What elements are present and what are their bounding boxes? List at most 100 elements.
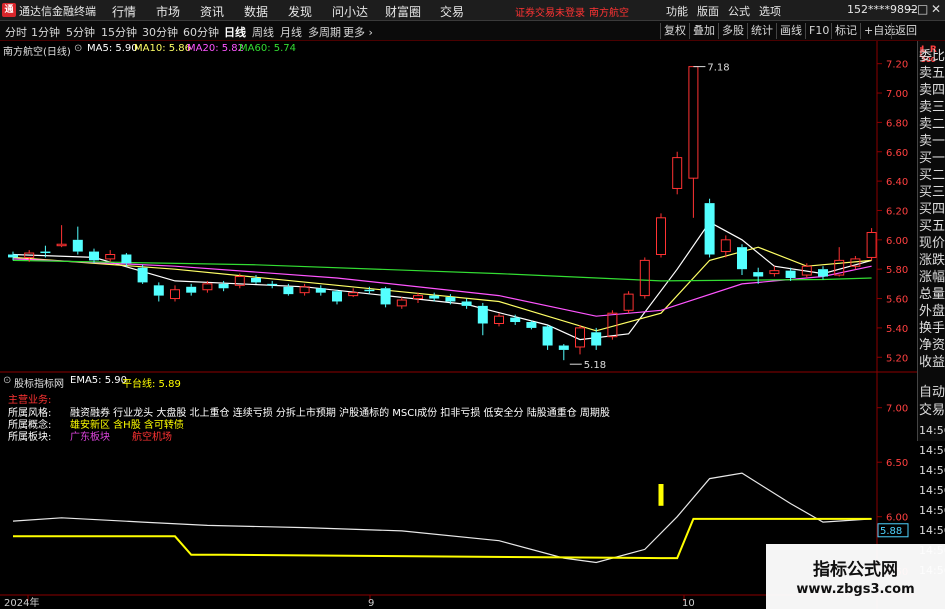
tool-f10[interactable]: F10 [805,23,832,39]
menu-bar: 通 通达信金融终端 行情 市场 资讯 数据 发现 问小达 财富圈 交易 证券交易… [0,0,945,21]
price-label: 5.20 [886,353,908,364]
candle-body [429,295,440,299]
platform-line [13,517,872,560]
quote-item[interactable]: 卖二 [919,116,945,133]
info-sector-label: 所属板块: [8,432,52,443]
tool-mark[interactable]: 标记 [831,23,860,39]
candle-up [494,313,504,327]
period-30min[interactable]: 30分钟 [142,24,178,40]
quote-item[interactable]: 买一 [919,150,945,167]
quote-item[interactable]: 外盘 [919,303,945,320]
indicator-name: 股标指标网 [14,379,64,390]
price-label: 5.40 [886,324,908,335]
quote-item[interactable]: 买二 [919,167,945,184]
quote-item[interactable]: 卖四 [919,82,945,99]
trade-time: 14:56 [919,504,945,517]
candle-body [510,317,521,323]
quote-item[interactable]: 买三 [919,184,945,201]
quote-item[interactable]: 卖五 [919,65,945,82]
candle-body [153,285,164,296]
kline-chart[interactable]: 7.20 7.00 6.80 6.60 6.40 6.20 6.00 5.80 5.60 5.40… [0,41,917,609]
candle-down [818,266,828,280]
menu-wealth[interactable]: 财富圈 [385,3,421,20]
platform-legend: 平台线: 5.89 [122,379,181,390]
login-status[interactable]: 证券交易未登录 [515,4,585,19]
period-5min[interactable]: 5分钟 [66,24,95,40]
candle-up [656,213,666,258]
site-watermark: 指标公式网 www.zbgs3.com [766,544,945,609]
date-label-year: 2024年 [4,596,39,609]
quote-item[interactable]: 涨跌 [919,252,945,269]
menu-options[interactable]: 选项 [759,3,781,19]
candle-body [866,231,877,258]
maximize-button[interactable]: □ [917,2,928,16]
candle-down [380,286,391,308]
period-multi[interactable]: 多周期 [308,24,341,40]
candle-body [332,291,342,302]
period-60min[interactable]: 60分钟 [183,24,219,40]
quote-item[interactable]: 涨幅 [919,269,945,286]
tool-multi-stock[interactable]: 多股 [718,23,747,39]
date-label-sep: 9 [368,598,374,609]
period-monthly[interactable]: 月线 [280,24,302,40]
ema5-legend: EMA5: 5.90 [70,375,127,386]
quote-item[interactable]: 卖三 [919,99,945,116]
indicator-settings-icon[interactable]: ⊙ [74,43,82,54]
indicator-collapse-icon[interactable]: ⊙ [3,375,11,386]
tool-stats[interactable]: 统计 [747,23,776,39]
candle-up [56,225,67,248]
period-15min[interactable]: 15分钟 [101,24,137,40]
menu-quotes[interactable]: 行情 [112,3,136,20]
indicator-axis-label: 7.00 [886,404,908,415]
tool-overlay[interactable]: 叠加 [689,23,718,39]
menu-news[interactable]: 资讯 [200,3,224,20]
candle-body [396,299,407,307]
minimize-button[interactable]: — [905,2,917,16]
quote-item[interactable]: 买五 [919,218,945,235]
menu-discover[interactable]: 发现 [288,3,312,20]
tool-draw[interactable]: 画线 [776,23,805,39]
candle-down [72,226,83,255]
candle-down [558,344,569,361]
quote-item[interactable]: 委比 [919,48,945,65]
candle-body [8,254,18,258]
candle-body [558,345,569,350]
trade-time: 14:56 [919,444,945,457]
tool-adjust[interactable]: 复权 [660,23,689,39]
auto-trade-item[interactable]: 自动 [919,384,945,401]
ema5-line [12,472,872,564]
menu-trade[interactable]: 交易 [440,3,464,20]
quote-item[interactable]: 卖一 [919,133,945,150]
candle-body [170,289,180,300]
candle-body [526,322,537,328]
quote-item[interactable]: 净资 [919,337,945,354]
auto-trade-item[interactable]: 交易 [919,402,945,419]
quote-item[interactable]: 换手 [919,320,945,337]
period-weekly[interactable]: 周线 [252,24,274,40]
quote-item[interactable]: 现价 [919,235,945,252]
menu-assistant[interactable]: 问小达 [332,3,368,20]
period-daily[interactable]: 日线 [224,24,246,40]
candle-down [153,282,164,302]
menu-layout[interactable]: 版面 [697,3,719,19]
menu-data[interactable]: 数据 [244,3,268,20]
close-button[interactable]: ✕ [931,2,941,16]
candle-body [704,203,715,255]
quote-item[interactable]: 买四 [919,201,945,218]
ma60-legend: MA60: 5.74 [239,43,297,54]
menu-market[interactable]: 市场 [156,3,180,20]
period-1min[interactable]: 1分钟 [31,24,60,40]
period-more[interactable]: 更多 › [343,24,373,40]
menu-formula[interactable]: 公式 [728,3,750,19]
tool-back[interactable]: 返回 [891,23,920,39]
candle-body [380,288,391,305]
candle-up [623,291,634,314]
quote-item[interactable]: 收益 [919,354,945,371]
quote-item[interactable]: 总量 [919,286,945,303]
candle-body [720,239,731,253]
candle-body [105,254,116,260]
menu-function[interactable]: 功能 [666,3,688,19]
candle-body [785,270,796,278]
period-tick[interactable]: 分时 [5,24,27,40]
stock-tag[interactable]: 南方航空 [589,4,629,19]
